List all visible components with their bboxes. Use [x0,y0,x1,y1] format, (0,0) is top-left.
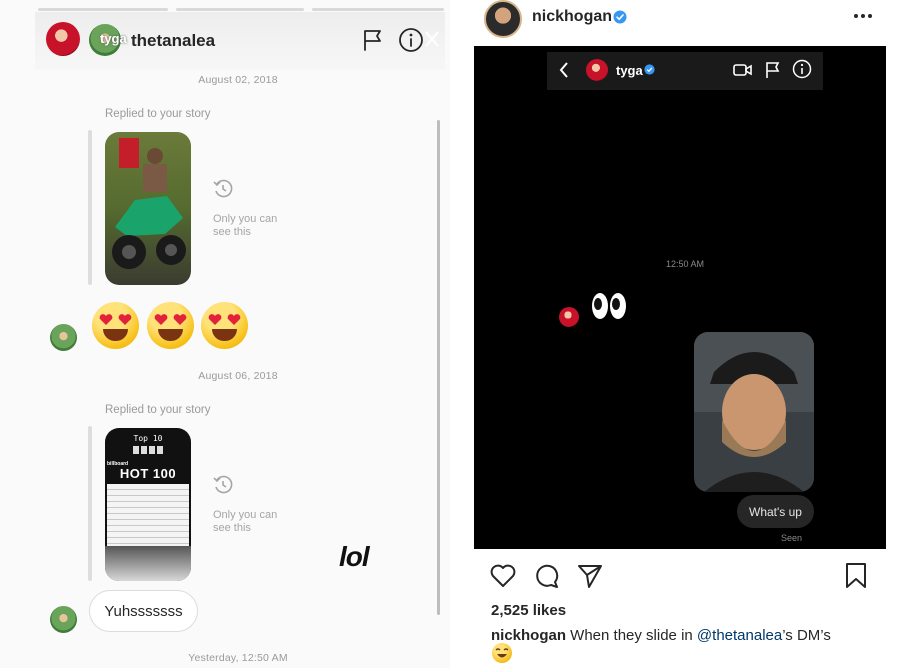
post-image[interactable] [474,46,886,549]
verified-badge-icon [644,64,655,75]
story-handle-overlay: tyga [100,31,127,46]
caption-text: When they slide in [566,627,697,644]
caption-mention[interactable]: @thetanalea [697,627,782,644]
scrollbar[interactable] [437,120,440,615]
ellipsis-icon[interactable] [853,13,873,19]
caption-username[interactable]: nickhogan [491,627,566,644]
replied-label: Replied to your story [105,108,211,120]
caption-text: ’s DM’s [782,627,831,644]
avatar[interactable] [46,22,80,56]
quote-bar [88,130,92,285]
story-progress-bar [176,8,304,11]
timestamp: Yesterday, 12:50 AM [188,652,288,664]
likes-count[interactable]: 2,525 likes [491,602,566,619]
back-arrow-icon [559,62,568,78]
avatar[interactable] [50,606,77,633]
info-icon [792,59,812,79]
heart-eyes-emoji [201,302,248,349]
post-author-username[interactable]: nickhogan [532,8,612,26]
story-progress-bar [38,8,168,11]
inner-avatar [559,307,579,327]
heart-eyes-emoji [92,302,139,349]
dm-username[interactable]: thetanalea [131,31,215,51]
quote-bar [88,426,92,581]
date-separator: August 06, 2018 [198,370,278,382]
chart-list [107,484,189,546]
chart-title: Top 10 [133,434,163,443]
flag-icon[interactable] [362,28,384,52]
only-you-notice: Only you can see this [213,213,277,239]
post-author-avatar[interactable] [484,0,522,38]
hot100-title: HOT 100 [119,466,177,481]
video-call-icon [733,64,752,76]
replied-label: Replied to your story [105,404,211,416]
chart-decoration [133,446,163,454]
only-you-notice: Only you can see this [213,509,277,535]
history-icon [213,179,233,198]
info-icon[interactable] [398,27,424,53]
story-thumbnail[interactable] [105,132,191,285]
dm-screenshot-panel: tyga thetanalea August 02, 2018 Replied … [0,0,450,668]
bookmark-icon[interactable] [844,562,868,590]
heart-icon[interactable] [489,563,517,589]
inner-username: tyga [616,63,643,78]
verified-badge-icon [613,10,627,24]
share-icon[interactable] [576,563,604,589]
comment-icon[interactable] [533,563,561,589]
inner-avatar [586,59,608,81]
history-icon [213,475,233,494]
eyes-emoji [592,293,626,319]
only-you-line: Only you can [213,509,278,521]
date-separator: August 02, 2018 [198,74,278,86]
only-you-line: Only you can [213,213,278,225]
seen-label: Seen [780,533,802,543]
story-thumbnail[interactable]: Top 10 billboard HOT 100 [105,428,191,581]
lol-overlay-text: lol [339,541,370,572]
post-caption: nickhogan When they slide in @thetanalea… [491,627,831,644]
only-you-line: see this [213,226,251,238]
inner-timestamp: 12:50 AM [665,259,705,269]
selfie-photo [694,332,814,492]
close-icon[interactable] [424,30,440,48]
avatar[interactable] [50,324,77,351]
heart-eyes-emoji [147,302,194,349]
story-progress-bar [312,8,444,11]
motorcycle-photo [105,132,191,285]
rofl-emoji [492,643,512,663]
thumb-fade [105,546,191,581]
flag-icon [766,62,780,78]
instagram-post-panel: nickhogan tyga 12:50 AM What's up Seen [452,0,900,668]
only-you-line: see this [213,522,251,534]
inner-message-bubble: What's up [737,495,814,528]
message-bubble[interactable]: Yuhsssssss [89,590,198,632]
